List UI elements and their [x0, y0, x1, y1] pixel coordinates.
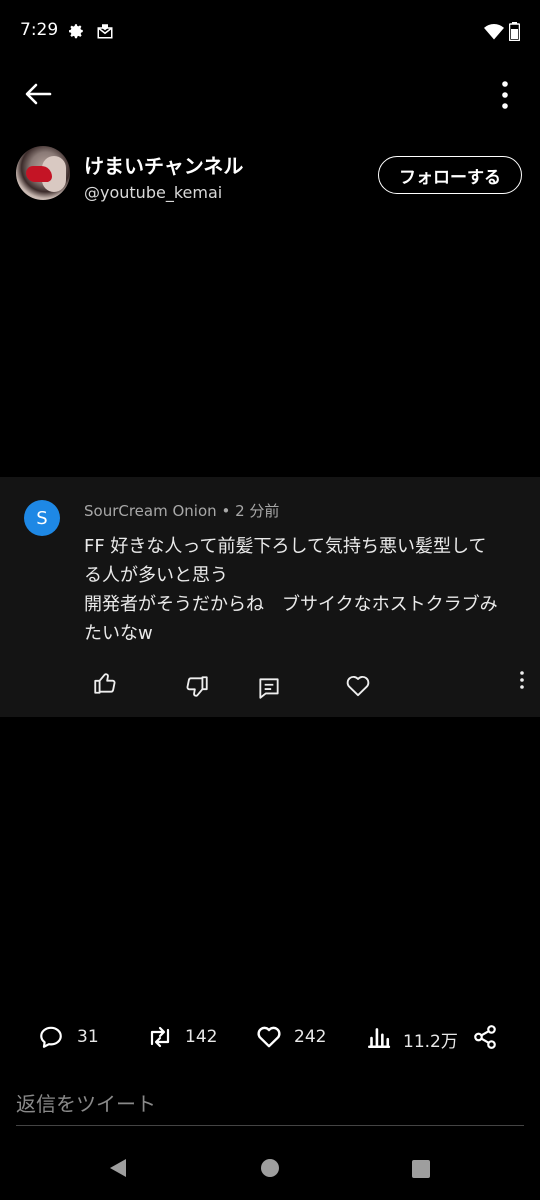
views-chart-icon[interactable]	[365, 1024, 391, 1050]
comment-separator: •	[221, 502, 231, 520]
reply-comment-icon[interactable]	[256, 675, 282, 701]
battery-icon	[509, 22, 520, 41]
retweet-icon[interactable]	[146, 1024, 174, 1050]
profile-avatar[interactable]	[16, 146, 70, 200]
nav-home-icon[interactable]	[261, 1159, 279, 1177]
back-arrow-icon[interactable]	[24, 82, 52, 106]
settings-icon	[69, 24, 83, 39]
more-options-icon[interactable]	[495, 80, 515, 110]
commenter-avatar[interactable]: S	[24, 500, 60, 536]
nav-back-icon[interactable]	[108, 1157, 128, 1179]
reply-icon[interactable]	[38, 1024, 64, 1050]
reply-divider	[16, 1125, 524, 1126]
comment-more-icon[interactable]	[516, 670, 528, 690]
comment-meta: SourCream Onion • 2 分前	[84, 500, 279, 521]
like-count: 242	[294, 1027, 327, 1047]
wifi-icon	[484, 24, 504, 40]
retweet-count: 142	[185, 1027, 218, 1047]
thumbs-up-icon[interactable]	[92, 670, 118, 696]
comment-time: 2 分前	[235, 502, 280, 520]
mail-notification-icon	[97, 24, 113, 39]
comment-author: SourCream Onion	[84, 502, 217, 520]
status-time: 7:29	[20, 20, 59, 40]
nav-recents-icon[interactable]	[412, 1160, 430, 1178]
reply-count: 31	[77, 1027, 99, 1047]
heart-outline-icon[interactable]	[345, 673, 371, 699]
profile-handle[interactable]: @youtube_kemai	[84, 183, 222, 202]
like-icon[interactable]	[256, 1024, 282, 1050]
follow-button[interactable]: フォローする	[378, 156, 522, 194]
comment-text: FF 好きな人って前髪下ろして気持ち悪い髪型して る人が多いと思う 開発者がそう…	[84, 536, 498, 644]
share-icon[interactable]	[472, 1024, 498, 1050]
reply-input[interactable]: 返信をツイート	[16, 1088, 156, 1117]
thumbs-down-icon[interactable]	[184, 674, 210, 700]
profile-name[interactable]: けまいチャンネル	[84, 150, 243, 179]
views-count: 11.2万	[403, 1032, 458, 1052]
